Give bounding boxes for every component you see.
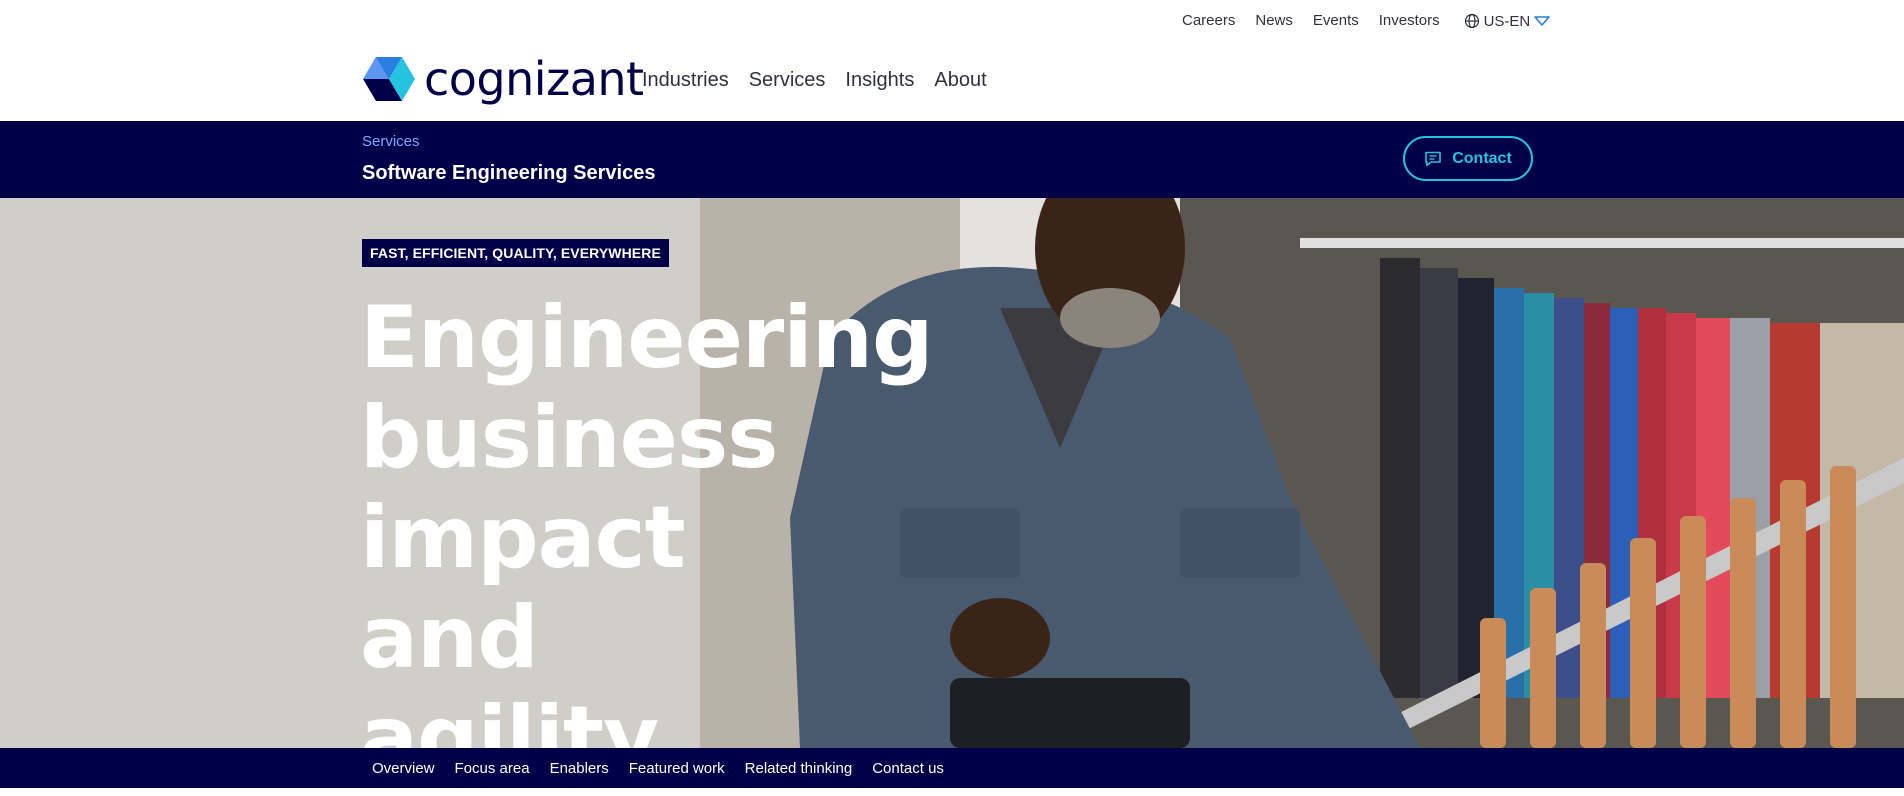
utility-link-news[interactable]: News	[1255, 12, 1293, 30]
headline-line: impact and	[360, 488, 686, 688]
anchor-links: Overview Focus area Enablers Featured wo…	[372, 760, 964, 777]
anchor-related-thinking[interactable]: Related thinking	[745, 760, 853, 777]
hero-eyebrow: FAST, EFFICIENT, QUALITY, EVERYWHERE	[362, 239, 669, 267]
anchor-focus-area[interactable]: Focus area	[455, 760, 530, 777]
chevron-down-icon	[1534, 16, 1551, 26]
logo-mark-icon	[363, 57, 415, 101]
cognizant-logo[interactable]: cognizant	[362, 54, 644, 104]
anchor-overview[interactable]: Overview	[372, 760, 435, 777]
language-selector[interactable]: US-EN	[1464, 13, 1555, 30]
utility-link-careers[interactable]: Careers	[1182, 12, 1235, 30]
logo-wordmark: cognizant	[424, 52, 644, 106]
anchor-featured-work[interactable]: Featured work	[629, 760, 725, 777]
page-title: Software Engineering Services	[362, 162, 656, 184]
anchor-contact-us[interactable]: Contact us	[872, 760, 944, 777]
chat-icon	[1425, 151, 1442, 166]
utility-link-investors[interactable]: Investors	[1379, 12, 1440, 30]
utility-link-events[interactable]: Events	[1313, 12, 1359, 30]
hero-photo	[0, 198, 1904, 748]
breadcrumb-services[interactable]: Services	[362, 133, 420, 150]
nav-about[interactable]: About	[934, 67, 986, 93]
page-anchor-nav: Overview Focus area Enablers Featured wo…	[0, 748, 1904, 788]
utility-links: Careers News Events Investors US-EN	[1182, 12, 1554, 30]
headline-line: business	[360, 388, 778, 488]
hero-banner: FAST, EFFICIENT, QUALITY, EVERYWHERE Eng…	[0, 198, 1904, 748]
sub-header: Services Software Engineering Services C…	[0, 121, 1904, 198]
language-label: US-EN	[1483, 12, 1531, 30]
main-navigation: cognizant Industries Services Insights A…	[0, 42, 1904, 121]
nav-services[interactable]: Services	[749, 67, 826, 93]
contact-button-label: Contact	[1452, 149, 1512, 167]
primary-nav: Industries Services Insights About	[642, 67, 1007, 93]
nav-industries[interactable]: Industries	[642, 67, 729, 93]
nav-insights[interactable]: Insights	[845, 67, 914, 93]
headline-line: agility	[360, 688, 659, 748]
globe-icon	[1464, 13, 1479, 29]
contact-button[interactable]: Contact	[1403, 136, 1533, 181]
hero-headline: Engineering business impact and agility	[360, 288, 934, 748]
headline-line: Engineering	[360, 288, 934, 388]
anchor-enablers[interactable]: Enablers	[550, 760, 609, 777]
utility-bar: Careers News Events Investors US-EN	[0, 0, 1904, 42]
